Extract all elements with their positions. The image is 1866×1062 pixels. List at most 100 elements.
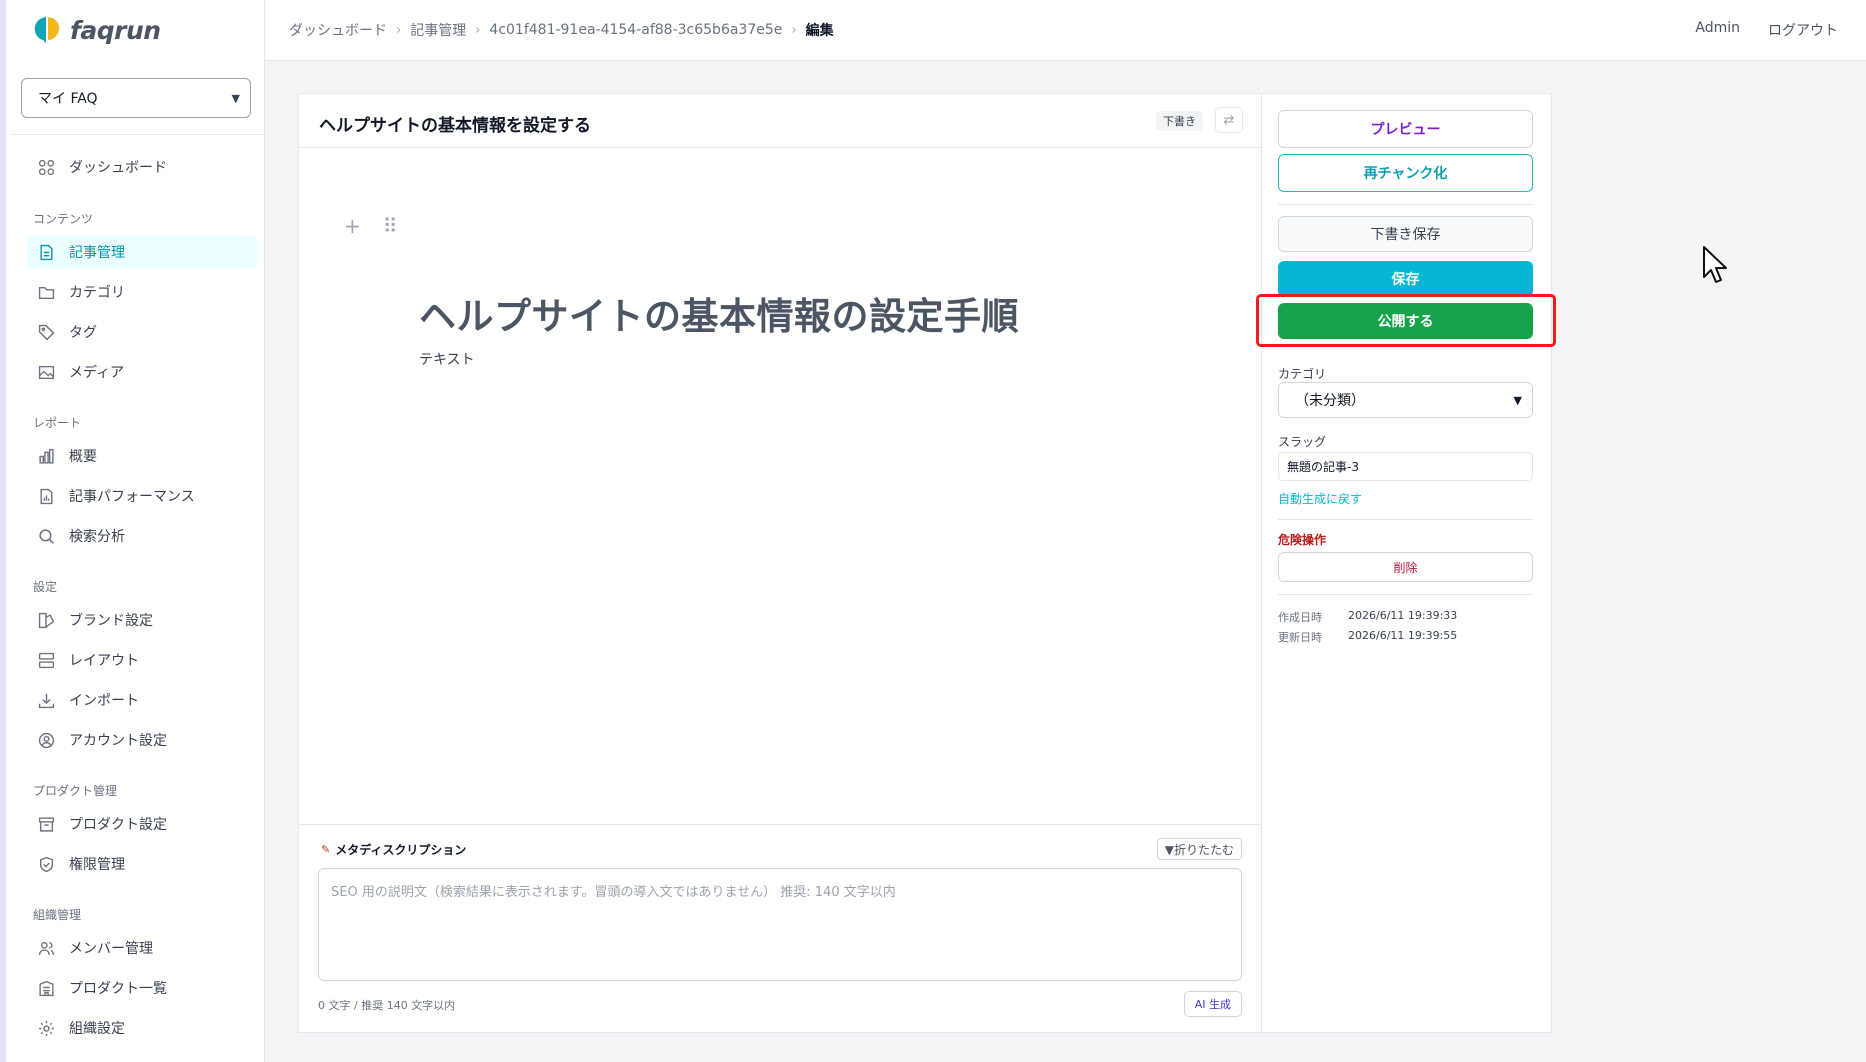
chevron-right-icon: › bbox=[396, 22, 402, 38]
sidebar-item-permissions[interactable]: 権限管理 bbox=[27, 847, 258, 881]
rechunk-button[interactable]: 再チャンク化 bbox=[1278, 154, 1533, 192]
document-paragraph[interactable]: テキスト bbox=[419, 349, 475, 369]
chevron-right-icon: › bbox=[475, 22, 481, 38]
ai-generate-button[interactable]: AI 生成 bbox=[1183, 991, 1242, 1017]
shield-icon bbox=[39, 856, 54, 872]
add-block-icon[interactable]: + bbox=[344, 214, 361, 238]
updated-at-label: 更新日時 bbox=[1278, 631, 1322, 644]
gear-icon bbox=[39, 1020, 54, 1036]
breadcrumb-article-id[interactable]: 4c01f481-91ea-4154-af88-3c65b6a37e5e bbox=[489, 22, 782, 38]
block-tools: + ⠿ bbox=[344, 214, 397, 238]
document-icon bbox=[40, 244, 53, 260]
sidebar-item-product-list[interactable]: プロダクト一覧 bbox=[27, 971, 258, 1005]
panel-divider bbox=[1278, 519, 1533, 520]
publish-button[interactable]: 公開する bbox=[1278, 303, 1533, 339]
sidebar-item-layout[interactable]: レイアウト bbox=[27, 643, 258, 677]
top-bar: ダッシュボード › 記事管理 › 4c01f481-91ea-4154-af88… bbox=[265, 0, 1866, 61]
created-at-value: 2026/6/11 19:39:33 bbox=[1348, 609, 1458, 622]
collapse-button[interactable]: ▼折りたたむ bbox=[1156, 838, 1242, 860]
sidebar-item-dashboard[interactable]: ダッシュボード bbox=[27, 150, 258, 184]
preview-button[interactable]: プレビュー bbox=[1278, 110, 1533, 148]
meta-description-label-text: メタディスクリプション bbox=[335, 843, 467, 857]
sidebar-item-categories[interactable]: カテゴリ bbox=[27, 275, 258, 309]
panel-divider bbox=[1278, 594, 1533, 595]
sidebar-item-label: タグ bbox=[69, 325, 97, 341]
toggle-view-button[interactable]: ⇄ bbox=[1215, 107, 1243, 133]
slug-input[interactable]: 無題の記事-3 bbox=[1278, 452, 1533, 481]
article-title[interactable]: ヘルプサイトの基本情報を設定する bbox=[319, 111, 591, 136]
sidebar-item-import[interactable]: インポート bbox=[27, 683, 258, 717]
category-select-value: （未分類） bbox=[1295, 393, 1365, 409]
sidebar-section-product-mgmt: プロダクト管理 bbox=[33, 784, 118, 798]
user-name[interactable]: Admin bbox=[1695, 20, 1740, 40]
regenerate-slug-link[interactable]: 自動生成に戻す bbox=[1278, 490, 1362, 507]
sidebar-item-label: ブランド設定 bbox=[69, 613, 153, 629]
folder-icon bbox=[38, 286, 55, 299]
faq-selector[interactable]: マイ FAQ ▼ bbox=[21, 78, 251, 118]
editor-header: ヘルプサイトの基本情報を設定する 下書き ⇄ bbox=[299, 94, 1261, 148]
chevron-down-icon: ▼ bbox=[1513, 393, 1522, 407]
sidebar-section-settings: 設定 bbox=[33, 580, 58, 594]
faq-selector-value: マイ FAQ bbox=[38, 91, 98, 107]
updated-at-row: 更新日時 2026/6/11 19:39:55 bbox=[1278, 629, 1457, 645]
sidebar-item-media[interactable]: メディア bbox=[27, 355, 258, 389]
building-icon bbox=[39, 980, 54, 996]
sidebar-item-label: 記事管理 bbox=[69, 245, 125, 261]
slug-label: スラッグ bbox=[1278, 435, 1327, 449]
mouse-cursor-icon bbox=[1703, 246, 1727, 283]
sidebar-section-org-mgmt: 組織管理 bbox=[33, 908, 82, 922]
document-heading[interactable]: ヘルプサイトの基本情報の設定手順 bbox=[419, 286, 1019, 340]
sidebar-item-label: プロダクト設定 bbox=[69, 817, 167, 833]
sidebar: faqrun マイ FAQ ▼ ダッシュボード コンテンツ 記事管理 カテゴリ … bbox=[0, 0, 265, 1062]
meta-description-input[interactable]: SEO 用の説明文（検索結果に表示されます。冒頭の導入文ではありません） 推奨:… bbox=[318, 868, 1242, 981]
delete-button[interactable]: 削除 bbox=[1278, 552, 1533, 582]
sidebar-item-label: プロダクト一覧 bbox=[69, 981, 167, 997]
sidebar-item-product-settings[interactable]: プロダクト設定 bbox=[27, 807, 258, 841]
meta-description-label: ✎ メタディスクリプション bbox=[321, 841, 466, 858]
sidebar-item-label: 検索分析 bbox=[69, 529, 125, 545]
document-chart-icon bbox=[40, 488, 53, 504]
sidebar-item-label: カテゴリ bbox=[69, 285, 125, 301]
palette-icon bbox=[38, 612, 55, 628]
brand-logo[interactable]: faqrun bbox=[32, 12, 161, 48]
article-editor: ヘルプサイトの基本情報を設定する 下書き ⇄ + ⠿ ヘルプサイトの基本情報の設… bbox=[298, 93, 1556, 1033]
memo-icon: ✎ bbox=[321, 843, 331, 856]
layout-icon bbox=[38, 652, 55, 668]
article-side-panel: プレビュー 再チャンク化 下書き保存 保存 公開する カテゴリ （未分類） ▼ … bbox=[1256, 94, 1556, 1032]
save-draft-button[interactable]: 下書き保存 bbox=[1278, 216, 1533, 252]
sidebar-item-account[interactable]: アカウント設定 bbox=[27, 723, 258, 757]
search-icon bbox=[39, 528, 54, 544]
archive-icon bbox=[38, 816, 55, 832]
sidebar-item-search-analysis[interactable]: 検索分析 bbox=[27, 519, 258, 553]
category-label: カテゴリ bbox=[1278, 367, 1327, 381]
chevron-right-icon: › bbox=[791, 22, 797, 38]
meta-description-section: ✎ メタディスクリプション ▼折りたたむ SEO 用の説明文（検索結果に表示され… bbox=[299, 824, 1261, 1032]
sidebar-section-content: コンテンツ bbox=[33, 212, 94, 226]
sidebar-item-tags[interactable]: タグ bbox=[27, 315, 258, 349]
sidebar-item-brand[interactable]: ブランド設定 bbox=[27, 603, 258, 637]
save-button[interactable]: 保存 bbox=[1278, 261, 1533, 297]
sidebar-item-label: 記事パフォーマンス bbox=[69, 489, 195, 505]
download-icon bbox=[38, 693, 55, 708]
drag-handle-icon[interactable]: ⠿ bbox=[383, 214, 398, 238]
sidebar-item-article-performance[interactable]: 記事パフォーマンス bbox=[27, 479, 258, 513]
breadcrumb-articles[interactable]: 記事管理 bbox=[410, 20, 466, 40]
created-at-label: 作成日時 bbox=[1278, 611, 1322, 624]
sidebar-item-members[interactable]: メンバー管理 bbox=[27, 931, 258, 965]
sidebar-divider bbox=[12, 134, 264, 135]
sidebar-section-report: レポート bbox=[33, 416, 82, 430]
sidebar-item-overview[interactable]: 概要 bbox=[27, 439, 258, 473]
sidebar-item-org-settings[interactable]: 組織設定 bbox=[27, 1011, 258, 1045]
created-at-row: 作成日時 2026/6/11 19:39:33 bbox=[1278, 609, 1457, 625]
user-circle-icon bbox=[38, 732, 55, 748]
sidebar-item-articles[interactable]: 記事管理 bbox=[27, 235, 258, 269]
character-count: 0 文字 / 推奨 140 文字以内 bbox=[318, 999, 456, 1012]
logout-link[interactable]: ログアウト bbox=[1768, 20, 1838, 40]
breadcrumb-dashboard[interactable]: ダッシュボード bbox=[289, 20, 387, 40]
sidebar-item-label: 概要 bbox=[69, 449, 97, 465]
swap-icon: ⇄ bbox=[1223, 112, 1235, 128]
updated-at-value: 2026/6/11 19:39:55 bbox=[1348, 629, 1458, 642]
breadcrumb: ダッシュボード › 記事管理 › 4c01f481-91ea-4154-af88… bbox=[289, 20, 834, 40]
category-select[interactable]: （未分類） ▼ bbox=[1278, 382, 1533, 418]
sidebar-item-label: アカウント設定 bbox=[69, 733, 167, 749]
